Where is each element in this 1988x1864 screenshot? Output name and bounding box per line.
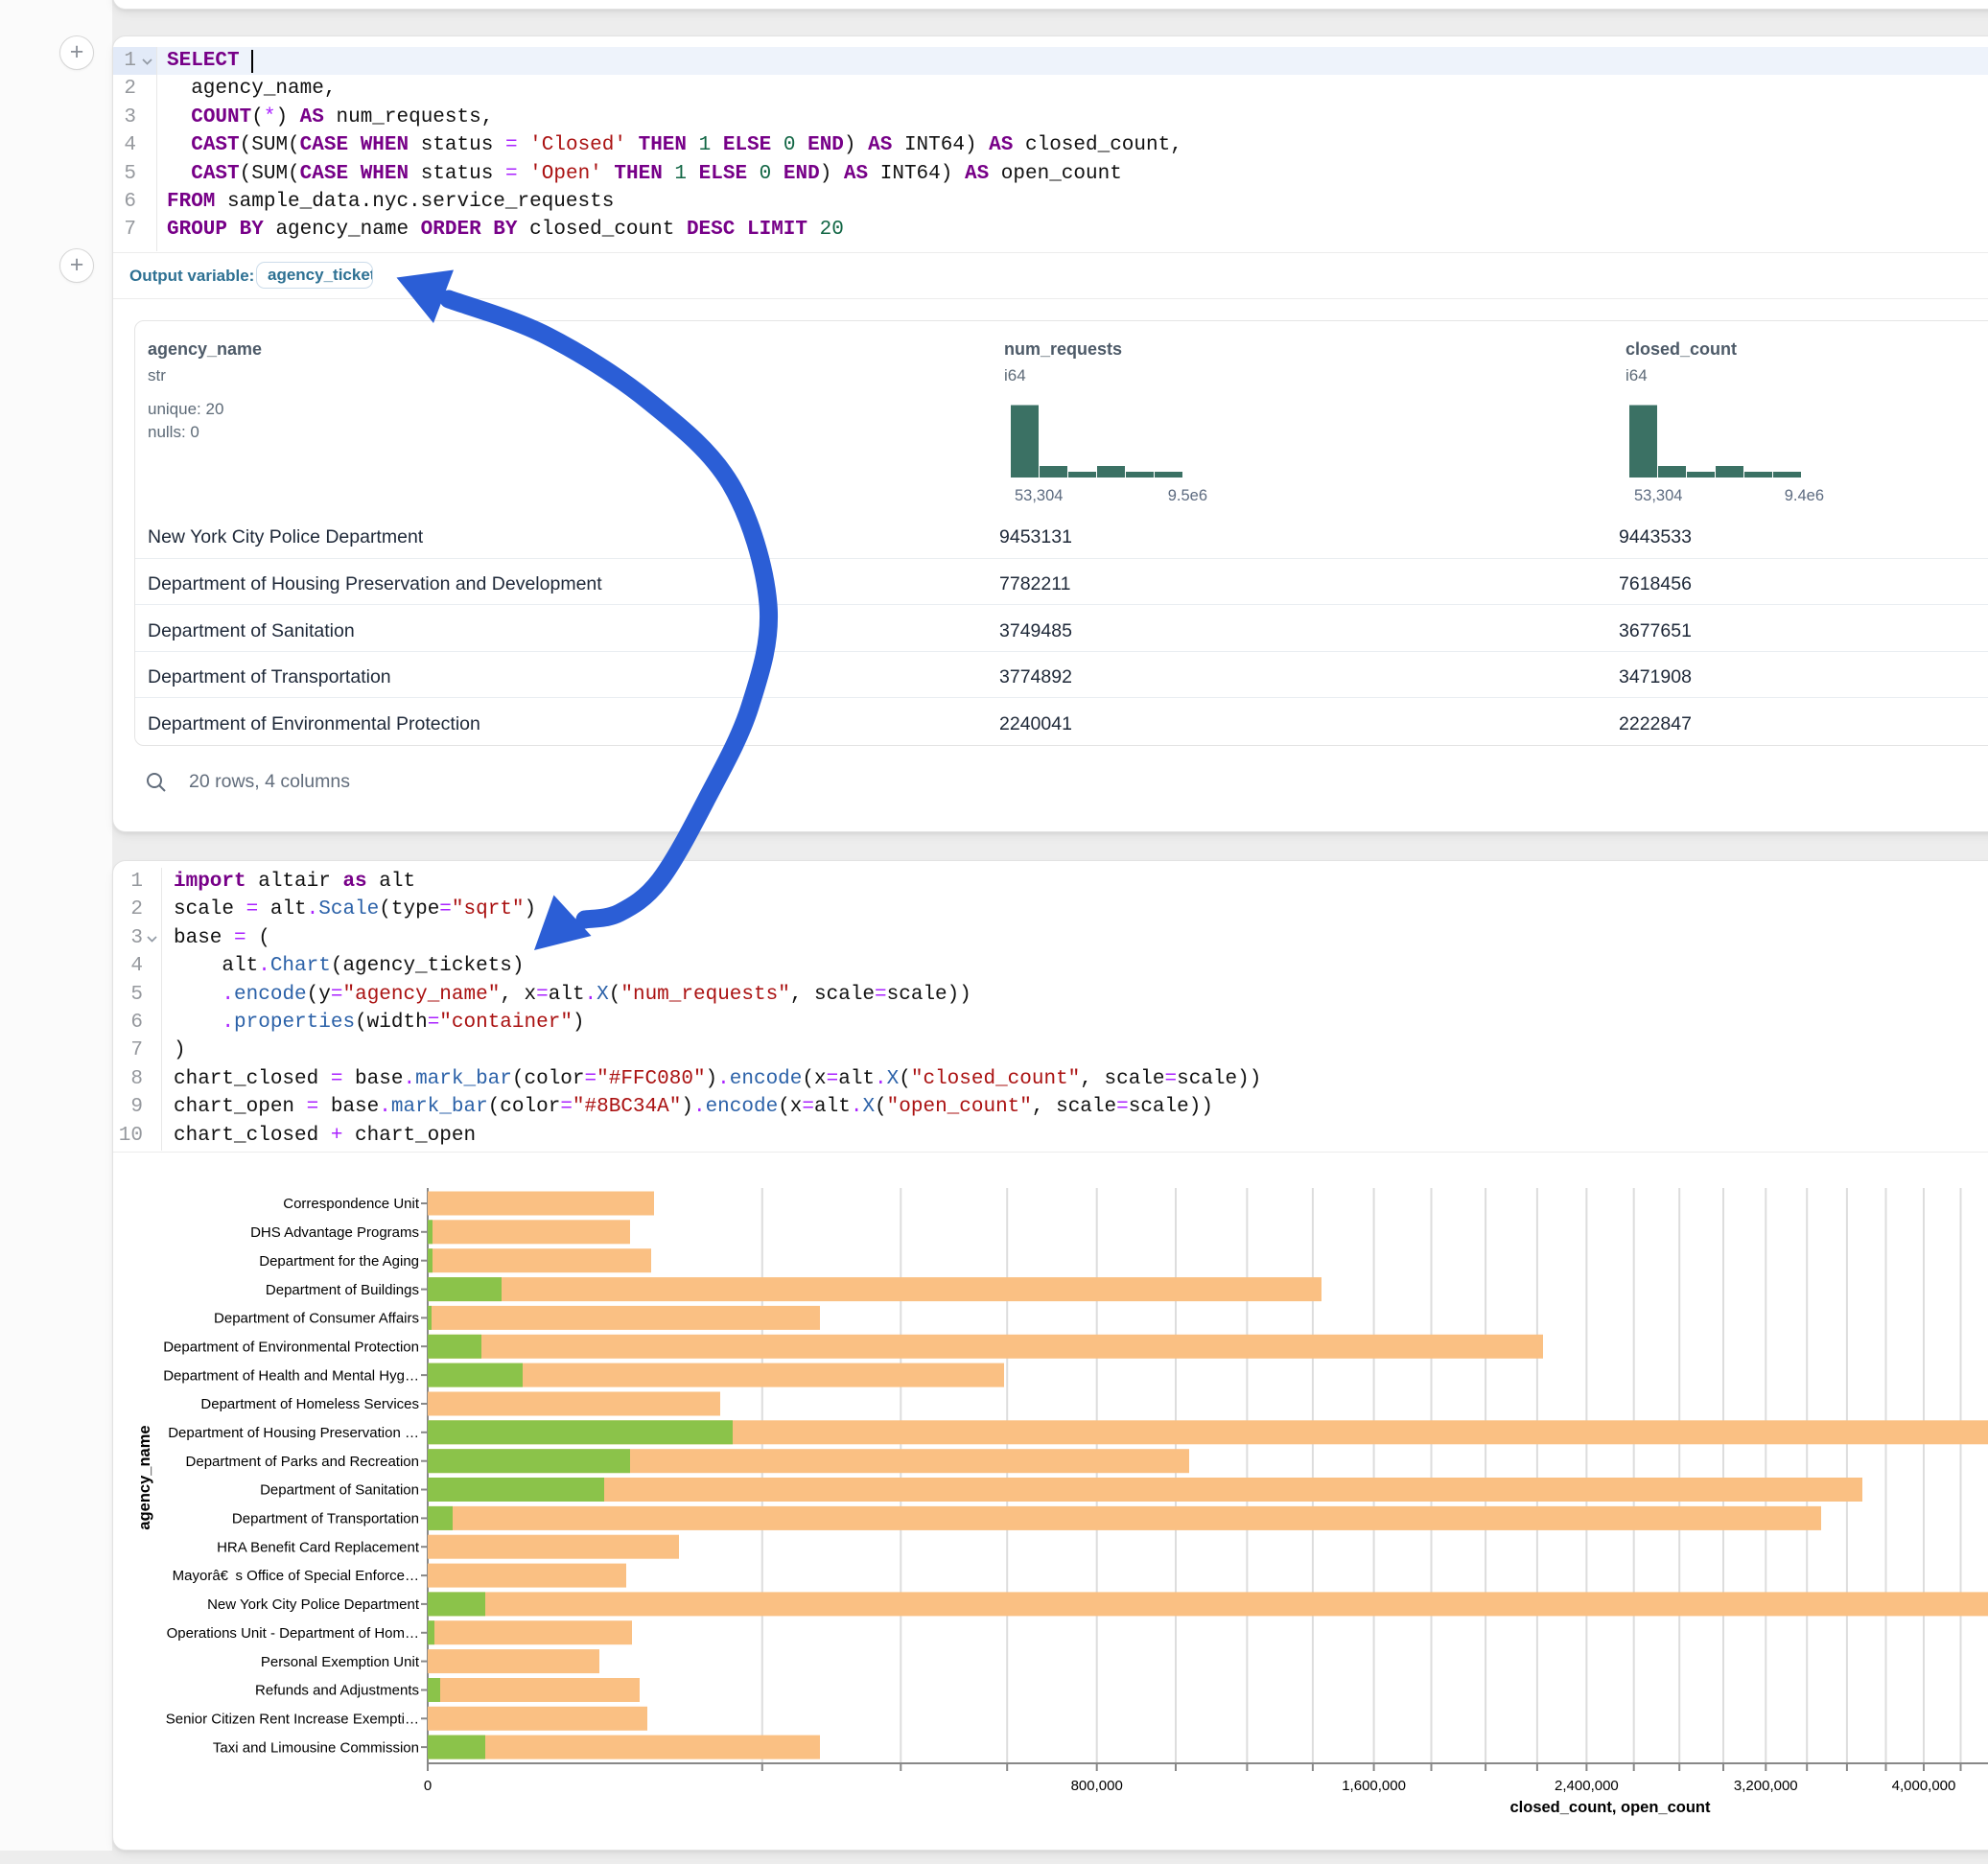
svg-text:Department for the Aging: Department for the Aging [259, 1253, 419, 1270]
svg-text:Department of Buildings: Department of Buildings [266, 1282, 419, 1298]
svg-text:2,400,000: 2,400,000 [1555, 1778, 1619, 1794]
svg-text:agency_name: agency_name [136, 1425, 153, 1529]
svg-text:4,000,000: 4,000,000 [1892, 1778, 1956, 1794]
svg-text:Department of Parks and Recrea: Department of Parks and Recreation [186, 1454, 419, 1470]
svg-text:HRA Benefit Card Replacement: HRA Benefit Card Replacement [217, 1539, 420, 1555]
svg-text:Operations Unit - Department o: Operations Unit - Department of Hom… [167, 1625, 419, 1642]
svg-text:Department of Transportation: Department of Transportation [232, 1511, 419, 1527]
svg-text:closed_count, open_count: closed_count, open_count [1509, 1799, 1711, 1816]
svg-text:Taxi and Limousine Commission: Taxi and Limousine Commission [213, 1739, 419, 1756]
svg-text:0: 0 [424, 1778, 432, 1794]
svg-text:1,600,000: 1,600,000 [1342, 1778, 1406, 1794]
svg-text:Department of Consumer Affairs: Department of Consumer Affairs [214, 1311, 419, 1327]
svg-text:Mayorâ€ s Office of Special En: Mayorâ€ s Office of Special Enforce… [173, 1568, 419, 1584]
svg-text:New York City Police Departmen: New York City Police Department [207, 1596, 420, 1613]
svg-text:800,000: 800,000 [1071, 1778, 1123, 1794]
svg-text:Refunds and Adjustments: Refunds and Adjustments [255, 1683, 419, 1699]
svg-text:3,200,000: 3,200,000 [1734, 1778, 1798, 1794]
svg-text:Senior Citizen Rent Increase E: Senior Citizen Rent Increase Exempti… [166, 1712, 419, 1728]
svg-text:Department of Health and Menta: Department of Health and Mental Hyg… [163, 1367, 419, 1384]
svg-text:Department of Environmental Pr: Department of Environmental Protection [163, 1339, 419, 1355]
svg-text:Department of Homeless Service: Department of Homeless Services [200, 1396, 419, 1412]
svg-text:Correspondence Unit: Correspondence Unit [283, 1196, 420, 1212]
svg-text:Department of Sanitation: Department of Sanitation [260, 1482, 419, 1499]
svg-text:Department of Housing Preserva: Department of Housing Preservation … [168, 1425, 419, 1441]
svg-text:DHS Advantage Programs: DHS Advantage Programs [250, 1224, 419, 1241]
svg-text:Personal Exemption Unit: Personal Exemption Unit [261, 1654, 420, 1670]
